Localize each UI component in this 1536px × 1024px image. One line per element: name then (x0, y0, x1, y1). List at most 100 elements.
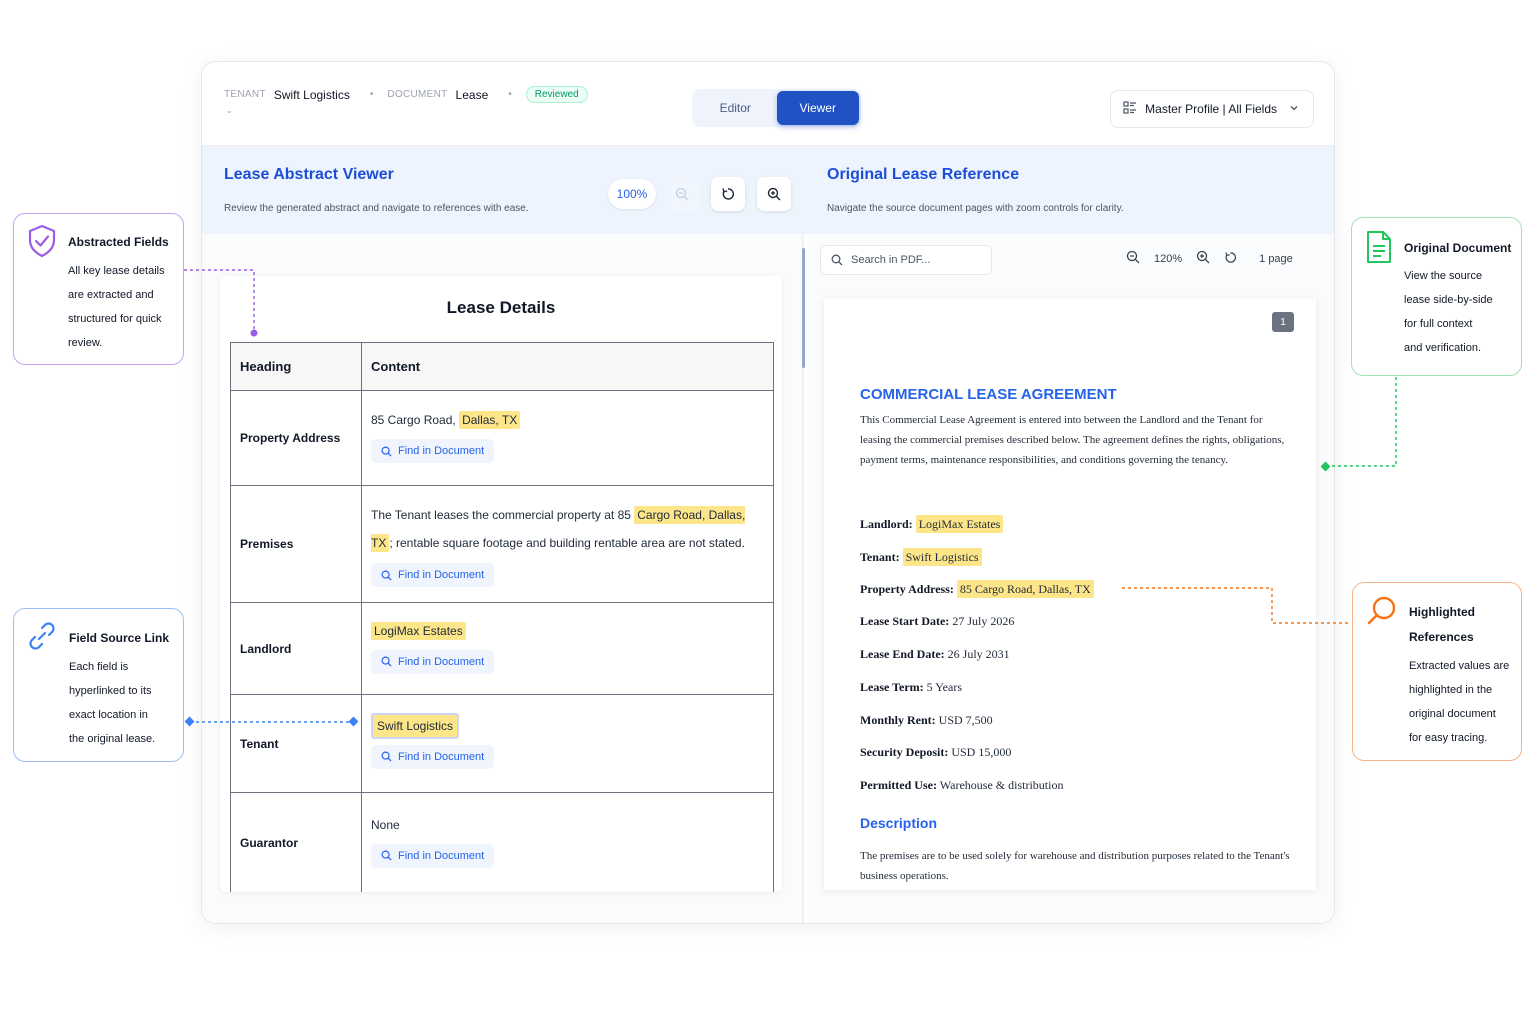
chevron-down-icon[interactable]: ⌄ (226, 106, 233, 115)
tenant-value[interactable]: Swift Logistics (274, 88, 350, 102)
zoom-out-icon[interactable] (1126, 250, 1140, 267)
original-document-callout: Original Document View the source lease s… (1351, 217, 1522, 376)
profile-selector[interactable]: Master Profile | All Fields (1110, 90, 1314, 128)
content-text: ; rentable square footage and building r… (389, 536, 745, 550)
link-icon (29, 622, 55, 650)
selected-highlighted-value: Swift Logistics (371, 712, 460, 739)
source-link-end-left (184, 716, 195, 727)
search-placeholder: Search in PDF... (851, 254, 931, 266)
zoom-in-icon[interactable] (1196, 250, 1210, 267)
rotate-icon[interactable] (1224, 251, 1237, 267)
zoom-in-icon (767, 187, 781, 201)
pdf-search-input[interactable]: Search in PDF... (820, 245, 992, 275)
find-in-document-button[interactable]: Find in Document (371, 439, 495, 463)
lease-details-table: Heading Content Property Address 85 Carg… (230, 342, 774, 892)
search-icon (831, 254, 843, 266)
document-intro: This Commercial Lease Agreement is enter… (860, 414, 1285, 466)
field-line: Lease End Date: 26 July 2031 (860, 647, 1010, 661)
editor-tab[interactable]: Editor (694, 91, 777, 125)
field-line: Security Deposit: USD 15,000 (860, 745, 1012, 759)
content-text: The Tenant leases the commercial propert… (371, 508, 635, 522)
table-row: Premises The Tenant leases the commercia… (230, 485, 774, 603)
find-in-document-button[interactable]: Find in Document (371, 744, 495, 769)
search-icon (1367, 596, 1396, 625)
card-title: Lease Details (446, 298, 556, 317)
content-text: 85 Cargo Road, (371, 413, 460, 427)
highlighted-value: LogiMax Estates (915, 515, 1004, 533)
row-content: 85 Cargo Road, Dallas, TX Find in Docume… (361, 390, 774, 486)
separator-dot: • (369, 89, 374, 100)
row-heading: Premises (230, 485, 362, 603)
pdf-page: 1 COMMERCIAL LEASE AGREEMENT This Commer… (824, 298, 1316, 890)
field-line: Tenant: Swift Logistics (860, 548, 982, 566)
callout-body: Each field is hyperlinked to its exact loc… (69, 661, 156, 745)
rotate-icon (722, 188, 734, 200)
abstract-pane: Lease Details Heading Content Property A… (202, 234, 802, 923)
row-content: LogiMax Estates Find in Document (361, 602, 774, 695)
field-source-link-callout: Field Source Link Each field is hyperlink… (13, 608, 184, 762)
callout-title: Field Source Link (69, 631, 170, 645)
page-count: 1 page (1259, 252, 1293, 265)
zoom-out-icon (675, 187, 689, 201)
app-window: TENANT Swift Logistics • DOCUMENT Lease … (201, 61, 1335, 924)
abstracted-fields-callout: Abstracted Fields All key lease details a… (13, 213, 184, 365)
row-content: None Find in Document (361, 792, 774, 892)
find-in-document-button[interactable]: Find in Document (371, 843, 495, 868)
highlighted-value: LogiMax Estates (371, 621, 466, 640)
document-zoom-level: 120% (1154, 252, 1183, 265)
viewer-tab[interactable]: Viewer (776, 91, 859, 125)
zoom-out-button[interactable] (665, 177, 699, 211)
pane-header-band: Lease Abstract Viewer Review the generat… (202, 146, 1334, 234)
document-value[interactable]: Lease (456, 88, 489, 102)
highlighted-value: Dallas, TX (459, 411, 521, 429)
zoom-in-button[interactable] (757, 177, 791, 211)
document-key: DOCUMENT (387, 89, 448, 100)
search-icon (381, 850, 392, 861)
callout-title: Abstracted Fields (68, 235, 169, 249)
table-row: Guarantor None Find in Document (230, 792, 774, 892)
find-in-document-button[interactable]: Find in Document (371, 563, 495, 587)
search-icon (381, 570, 392, 581)
separator-dot: • (508, 89, 512, 100)
list-icon (1123, 100, 1137, 118)
highlighted-value: Swift Logistics (902, 548, 982, 566)
row-heading: Property Address (230, 390, 362, 486)
scrollbar-thumb[interactable] (802, 248, 805, 368)
row-heading: Tenant (230, 694, 362, 793)
field-line: Landlord: LogiMax Estates (860, 515, 1004, 533)
description-heading: Description (860, 815, 938, 831)
abstract-zoom-level: 100% (608, 179, 656, 209)
left-pane-subtitle: Review the generated abstract and naviga… (224, 203, 529, 214)
right-pane-title: Original Lease Reference (827, 166, 1020, 183)
original-connector (1328, 377, 1397, 467)
right-pane-subtitle: Navigate the source document pages with … (827, 203, 1124, 214)
left-pane-title: Lease Abstract Viewer (224, 166, 394, 183)
lease-details-card: Lease Details Heading Content Property A… (220, 276, 782, 892)
document-pane: Search in PDF... 120% 1 page 1 COMMERCIA… (808, 234, 1334, 923)
reset-zoom-button[interactable] (711, 177, 745, 211)
row-heading: Guarantor (230, 792, 362, 892)
field-line: Permitted Use: Warehouse & distribution (860, 778, 1064, 792)
document-toolbar: 120% 1 page (1126, 250, 1293, 267)
callout-body: All key lease details are extracted and st… (68, 265, 165, 349)
status-badge: Reviewed (525, 86, 588, 103)
content-text: None (371, 817, 400, 832)
highlighted-references-callout: Highlighted References Extracted values … (1352, 582, 1522, 761)
callout-title: Highlighted (1409, 605, 1475, 619)
field-line: Lease Start Date: 27 July 2026 (860, 614, 1015, 628)
profile-label: Master Profile | All Fields (1145, 102, 1277, 116)
row-content: Swift Logistics Find in Document (361, 694, 774, 793)
find-in-document-button[interactable]: Find in Document (371, 649, 495, 674)
highlighted-value: 85 Cargo Road, Dallas, TX (956, 580, 1094, 598)
description-text: The premises are to be used solely for w… (860, 850, 1290, 882)
top-bar: TENANT Swift Logistics • DOCUMENT Lease … (202, 62, 1334, 146)
field-line: Property Address: 85 Cargo Road, Dallas,… (860, 580, 1094, 598)
search-icon (381, 446, 392, 457)
page-number-badge: 1 (1272, 312, 1294, 332)
callout-body: View the source lease side-by-side for ful… (1404, 270, 1493, 354)
row-content: The Tenant leases the commercial propert… (361, 485, 774, 603)
chevron-down-icon (1289, 103, 1299, 116)
table-row: Landlord LogiMax Estates Find in Documen… (230, 602, 774, 695)
search-icon (381, 751, 392, 762)
tenant-key: TENANT (224, 89, 266, 100)
